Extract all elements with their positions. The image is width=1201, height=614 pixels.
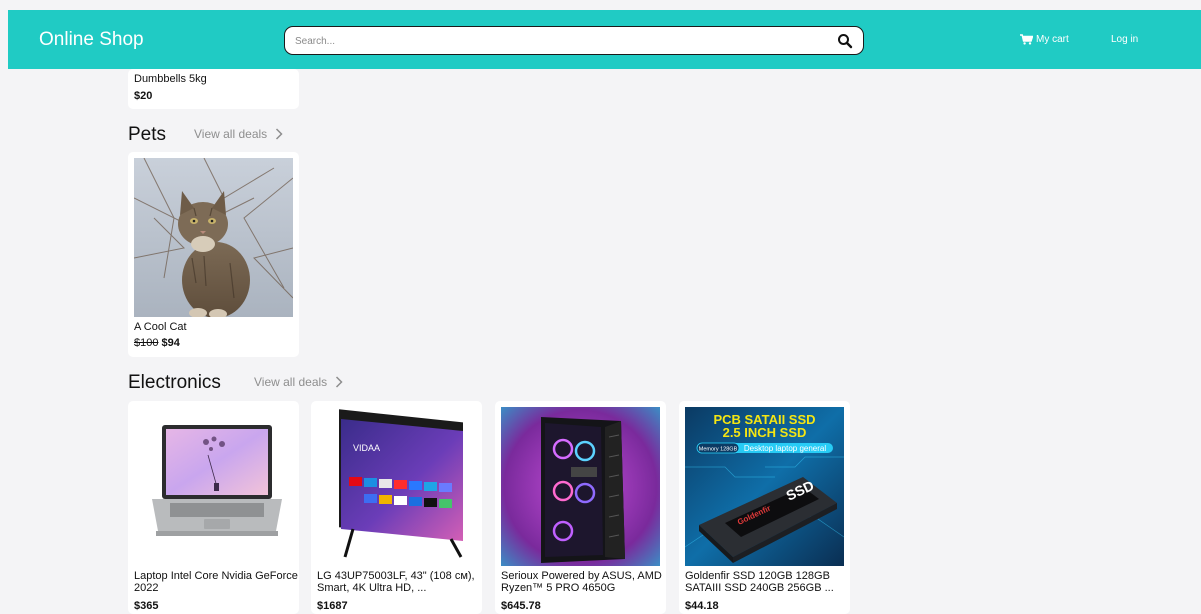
product-card-dumbbells[interactable]: Dumbbells 5kg $20 [128,69,299,109]
sale-price: $94 [161,337,180,349]
product-name: LG 43UP75003LF, 43" (108 см), Smart, 4K … [317,570,475,594]
product-price: $20 [134,90,153,102]
view-all-label: View all deals [194,127,268,141]
login-link[interactable]: Log in [1111,34,1138,45]
ssd-banner-line2: 2.5 INCH SSD [723,425,807,440]
top-navbar: Online Shop My cart Log in [8,10,1201,69]
product-name: Laptop Intel Core Nvidia GeForce 2022 [134,570,298,594]
search-bar [284,26,864,55]
product-image-laptop [134,407,293,566]
product-name: Goldenfir SSD 120GB 128GB SATAIII SSD 24… [685,570,834,594]
view-all-electronics-link[interactable]: View all deals [254,375,343,389]
product-image-tv: VIDAA [317,407,476,566]
product-price: $100 $94 [134,337,180,349]
tv-screen-brand: VIDAA [353,443,380,453]
ssd-tag-desc: Desktop laptop general [744,444,827,453]
original-price: $100 [134,337,159,349]
product-image-ssd: PCB SATAII SSD 2.5 INCH SSD Memory 128GB… [685,407,844,566]
cart-icon [1020,34,1033,45]
ssd-tag-memory: Memory 128GB [699,447,738,453]
product-image-pc [501,407,660,566]
product-card-pc[interactable]: Serioux Powered by ASUS, AMD Ryzen™ 5 PR… [495,401,666,614]
product-price: $645.78 [501,600,541,612]
view-all-label: View all deals [254,375,328,389]
my-cart-label: My cart [1036,34,1069,45]
chevron-right-icon [336,376,343,388]
product-card-cat[interactable]: A Cool Cat $100 $94 [128,152,299,357]
section-title-electronics: Electronics [128,372,221,393]
section-title-pets: Pets [128,124,167,145]
product-price: $1687 [317,600,348,612]
product-card-tv[interactable]: VIDAA LG 43UP75003LF, 43" (108 см), Smar… [311,401,482,614]
search-icon [838,34,853,49]
product-price: $365 [134,600,159,612]
search-button[interactable] [837,33,853,49]
product-name: Dumbbells 5kg [134,73,207,85]
product-name: A Cool Cat [134,321,187,333]
brand-logo[interactable]: Online Shop [39,29,144,51]
product-image-cat [134,158,293,317]
my-cart-link[interactable]: My cart [1020,34,1069,45]
product-card-laptop[interactable]: Laptop Intel Core Nvidia GeForce 2022 $3… [128,401,299,614]
product-card-ssd[interactable]: PCB SATAII SSD 2.5 INCH SSD Memory 128GB… [679,401,850,614]
view-all-pets-link[interactable]: View all deals [194,127,283,141]
chevron-right-icon [276,128,283,140]
search-input[interactable] [295,32,815,50]
product-price: $44.18 [685,600,719,612]
product-name: Serioux Powered by ASUS, AMD Ryzen™ 5 PR… [501,570,662,594]
